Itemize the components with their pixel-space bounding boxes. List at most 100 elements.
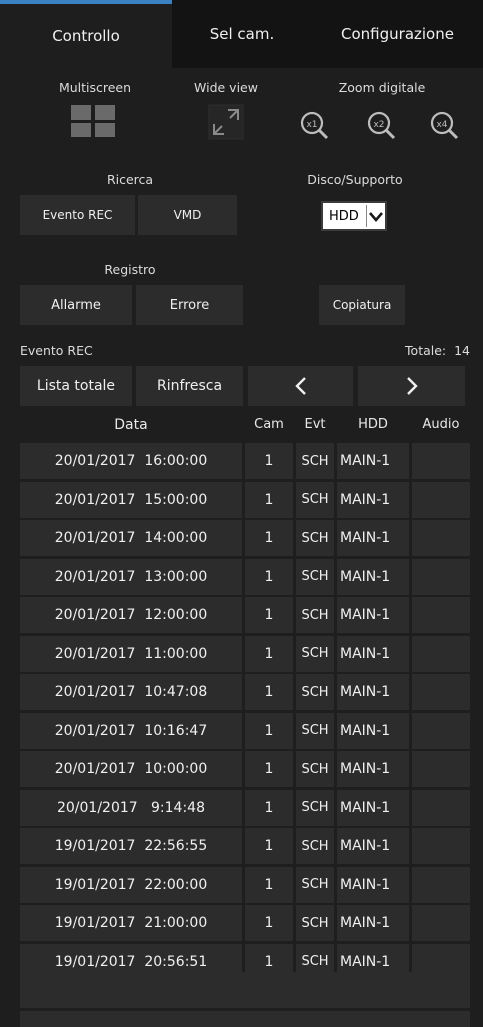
- cell-evt: SCH: [296, 674, 334, 710]
- multiscreen-icon[interactable]: [68, 102, 118, 140]
- cell-audio: [412, 635, 470, 672]
- table-row[interactable]: 20/01/2017 10:16:47 1 SCH MAIN-1: [20, 712, 470, 749]
- table-row[interactable]: 20/01/2017 15:00:00 1 SCH MAIN-1: [20, 481, 470, 518]
- cell-cam: 1: [245, 597, 293, 633]
- evento-rec-search-button[interactable]: Evento REC: [20, 195, 135, 235]
- table-row[interactable]: 19/01/2017 22:00:00 1 SCH MAIN-1: [20, 866, 470, 903]
- cell-evt: SCH: [296, 481, 334, 518]
- table-row[interactable]: 19/01/2017 21:00:00 1 SCH MAIN-1: [20, 905, 470, 941]
- cell-cam: 1: [245, 751, 293, 787]
- cell-hdd: MAIN-1: [337, 751, 409, 787]
- cell-evt: SCH: [296, 905, 334, 941]
- header-cam: Cam: [254, 417, 284, 432]
- vmd-search-button[interactable]: VMD: [138, 195, 237, 235]
- tab-controllo[interactable]: Controllo: [0, 0, 172, 68]
- table-row[interactable]: 20/01/2017 11:00:00 1 SCH MAIN-1: [20, 635, 470, 672]
- cell-hdd: MAIN-1: [337, 712, 409, 749]
- disco-supporto-label: Disco/Supporto: [307, 172, 403, 187]
- cell-audio: [412, 674, 470, 710]
- tab-configurazione[interactable]: Configurazione: [312, 0, 483, 68]
- wide-view-label: Wide view: [194, 80, 258, 95]
- header-evt: Evt: [304, 417, 326, 432]
- zoom-x2-icon[interactable]: x2: [364, 108, 398, 142]
- cell-evt: SCH: [296, 558, 334, 595]
- cell-data: 19/01/2017 22:56:55: [20, 828, 242, 864]
- cell-cam: 1: [245, 674, 293, 710]
- zoom-label: Zoom digitale: [338, 80, 426, 95]
- cell-audio: [412, 905, 470, 941]
- table-row[interactable]: 20/01/2017 13:00:00 1 SCH MAIN-1: [20, 558, 470, 595]
- table-row[interactable]: 20/01/2017 10:00:00 1 SCH MAIN-1: [20, 751, 470, 787]
- cell-audio: [412, 866, 470, 903]
- svg-text:x4: x4: [436, 120, 447, 130]
- cell-cam: 1: [245, 520, 293, 556]
- table-row[interactable]: 20/01/2017 16:00:00 1 SCH MAIN-1: [20, 443, 470, 479]
- cell-data: 20/01/2017 10:16:47: [20, 712, 242, 749]
- cell-audio: [412, 520, 470, 556]
- header-audio: Audio: [422, 417, 460, 432]
- cell-evt: SCH: [296, 443, 334, 479]
- cell-cam: 1: [245, 905, 293, 941]
- registro-label: Registro: [104, 262, 156, 277]
- table-row[interactable]: 20/01/2017 12:00:00 1 SCH MAIN-1: [20, 597, 470, 633]
- cell-audio: [412, 828, 470, 864]
- cell-evt: SCH: [296, 597, 334, 633]
- table-row[interactable]: 20/01/2017 9:14:48 1 SCH MAIN-1: [20, 789, 470, 826]
- cell-data: 20/01/2017 14:00:00: [20, 520, 242, 556]
- tab-label: Sel cam.: [209, 25, 275, 43]
- cell-data: 19/01/2017 21:00:00: [20, 905, 242, 941]
- tab-label: Configurazione: [341, 25, 454, 43]
- cell-hdd: MAIN-1: [337, 520, 409, 556]
- cell-data: 20/01/2017 16:00:00: [20, 443, 242, 479]
- cell-evt: SCH: [296, 635, 334, 672]
- cell-audio: [412, 712, 470, 749]
- ricerca-label: Ricerca: [106, 172, 154, 187]
- cell-cam: 1: [245, 866, 293, 903]
- cell-audio: [412, 481, 470, 518]
- cell-cam: 1: [245, 712, 293, 749]
- header-data: Data: [114, 417, 148, 433]
- allarme-button[interactable]: Allarme: [20, 285, 132, 325]
- cell-data: 20/01/2017 13:00:00: [20, 558, 242, 595]
- cell-evt: SCH: [296, 866, 334, 903]
- cell-hdd: MAIN-1: [337, 443, 409, 479]
- errore-button[interactable]: Errore: [136, 285, 243, 325]
- table-row[interactable]: 20/01/2017 14:00:00 1 SCH MAIN-1: [20, 520, 470, 556]
- zoom-x1-icon[interactable]: x1: [297, 108, 331, 142]
- cell-data: 20/01/2017 15:00:00: [20, 481, 242, 518]
- cell-data: 20/01/2017 9:14:48: [20, 789, 242, 826]
- cell-hdd: MAIN-1: [337, 558, 409, 595]
- copiatura-button[interactable]: Copiatura: [319, 285, 405, 325]
- tab-sel-cam[interactable]: Sel cam.: [172, 0, 312, 68]
- cell-hdd: MAIN-1: [337, 597, 409, 633]
- cell-audio: [412, 789, 470, 826]
- table-row[interactable]: 20/01/2017 10:47:08 1 SCH MAIN-1: [20, 674, 470, 710]
- prev-page-button[interactable]: [248, 366, 353, 406]
- wide-view-icon[interactable]: [207, 103, 245, 141]
- cell-cam: 1: [245, 789, 293, 826]
- chevron-right-icon: [406, 377, 418, 395]
- rinfresca-button[interactable]: Rinfresca: [136, 366, 243, 406]
- next-page-button[interactable]: [358, 366, 465, 406]
- cell-hdd: MAIN-1: [337, 828, 409, 864]
- cell-hdd: MAIN-1: [337, 481, 409, 518]
- cell-audio: [412, 443, 470, 479]
- cell-evt: SCH: [296, 520, 334, 556]
- cell-data: 20/01/2017 10:47:08: [20, 674, 242, 710]
- cell-data: 20/01/2017 10:00:00: [20, 751, 242, 787]
- svg-text:x1: x1: [306, 120, 317, 130]
- table-row[interactable]: 19/01/2017 22:56:55 1 SCH MAIN-1: [20, 828, 470, 864]
- cell-evt: SCH: [296, 828, 334, 864]
- cell-hdd: MAIN-1: [337, 905, 409, 941]
- cell-evt: SCH: [296, 789, 334, 826]
- zoom-x4-icon[interactable]: x4: [427, 108, 461, 142]
- cell-cam: 1: [245, 481, 293, 518]
- disco-supporto-select[interactable]: HDD: [321, 201, 387, 231]
- cell-cam: 1: [245, 558, 293, 595]
- cell-cam: 1: [245, 828, 293, 864]
- cell-evt: SCH: [296, 751, 334, 787]
- cell-cam: 1: [245, 635, 293, 672]
- lista-totale-button[interactable]: Lista totale: [20, 366, 132, 406]
- tab-label: Controllo: [52, 27, 120, 45]
- cell-audio: [412, 597, 470, 633]
